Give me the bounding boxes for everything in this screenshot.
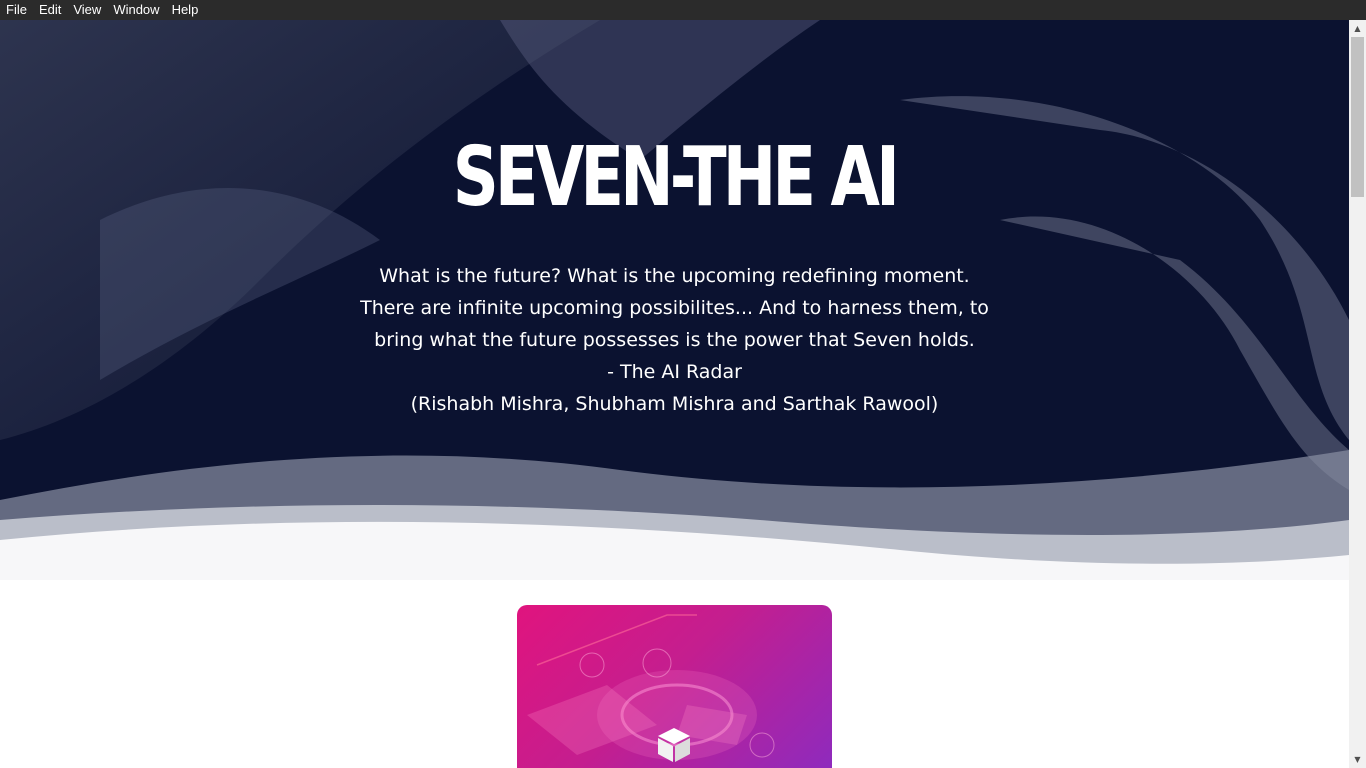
scroll-up-icon[interactable]: ▲ [1349,20,1366,37]
quote-line: What is the future? What is the upcoming… [379,265,970,287]
menu-window[interactable]: Window [107,0,165,20]
page-title: SEVEN-THE AI [452,130,900,225]
quote-line: bring what the future possesses is the p… [374,329,975,351]
quote-author: - The AI Radar [607,361,742,383]
vertical-scrollbar[interactable]: ▲ ▼ [1349,20,1366,768]
menu-bar: File Edit View Window Help [0,0,1366,20]
page-viewport: SEVEN-THE AI What is the future? What is… [0,20,1349,768]
hero-quote: What is the future? What is the upcoming… [0,260,1349,420]
scroll-down-icon[interactable]: ▼ [1349,751,1366,768]
menu-view[interactable]: View [67,0,107,20]
quote-credits: (Rishabh Mishra, Shubham Mishra and Sart… [410,393,939,415]
hero-section: SEVEN-THE AI What is the future? What is… [0,20,1349,580]
cube-icon [658,728,690,762]
quote-line: There are infinite upcoming possibilites… [360,297,989,319]
menu-edit[interactable]: Edit [33,0,67,20]
menu-help[interactable]: Help [166,0,205,20]
scroll-thumb[interactable] [1351,37,1364,197]
menu-file[interactable]: File [0,0,33,20]
feature-card[interactable] [517,605,832,768]
